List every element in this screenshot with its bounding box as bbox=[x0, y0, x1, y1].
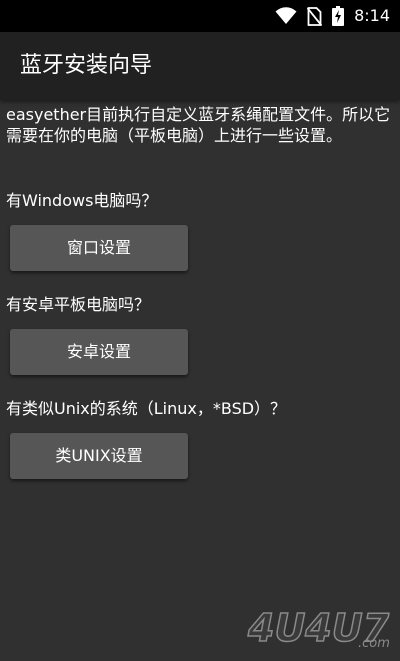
svg-text:.com: .com bbox=[358, 636, 390, 651]
android-setup-button[interactable]: 安卓设置 bbox=[10, 329, 188, 375]
wifi-icon bbox=[275, 7, 297, 25]
page-title: 蓝牙安装向导 bbox=[20, 53, 153, 78]
windows-setup-button[interactable]: 窗口设置 bbox=[10, 225, 188, 271]
intro-text: easyether目前执行自定义蓝牙系绳配置文件。所以它需要在你的电脑（平板电脑… bbox=[6, 105, 391, 145]
status-bar: 8:14 bbox=[0, 0, 400, 32]
status-clock: 8:14 bbox=[354, 6, 390, 25]
battery-charging-icon bbox=[332, 6, 345, 26]
wizard-content: easyether目前执行自定义蓝牙系绳配置文件。所以它需要在你的电脑（平板电脑… bbox=[6, 104, 394, 479]
unix-setup-button[interactable]: 类UNIX设置 bbox=[10, 433, 188, 479]
windows-question: 有Windows电脑吗？ bbox=[6, 191, 158, 210]
no-sim-icon bbox=[307, 6, 323, 26]
status-icons: 8:14 bbox=[275, 5, 390, 27]
app-bar: 蓝牙安装向导 bbox=[0, 32, 400, 100]
android-question: 有安卓平板电脑吗？ bbox=[6, 295, 151, 314]
unix-question: 有类似Unix的系统（Linux，*BSD）？ bbox=[6, 399, 287, 418]
watermark-logo: 4U4U7 .com bbox=[246, 601, 396, 657]
